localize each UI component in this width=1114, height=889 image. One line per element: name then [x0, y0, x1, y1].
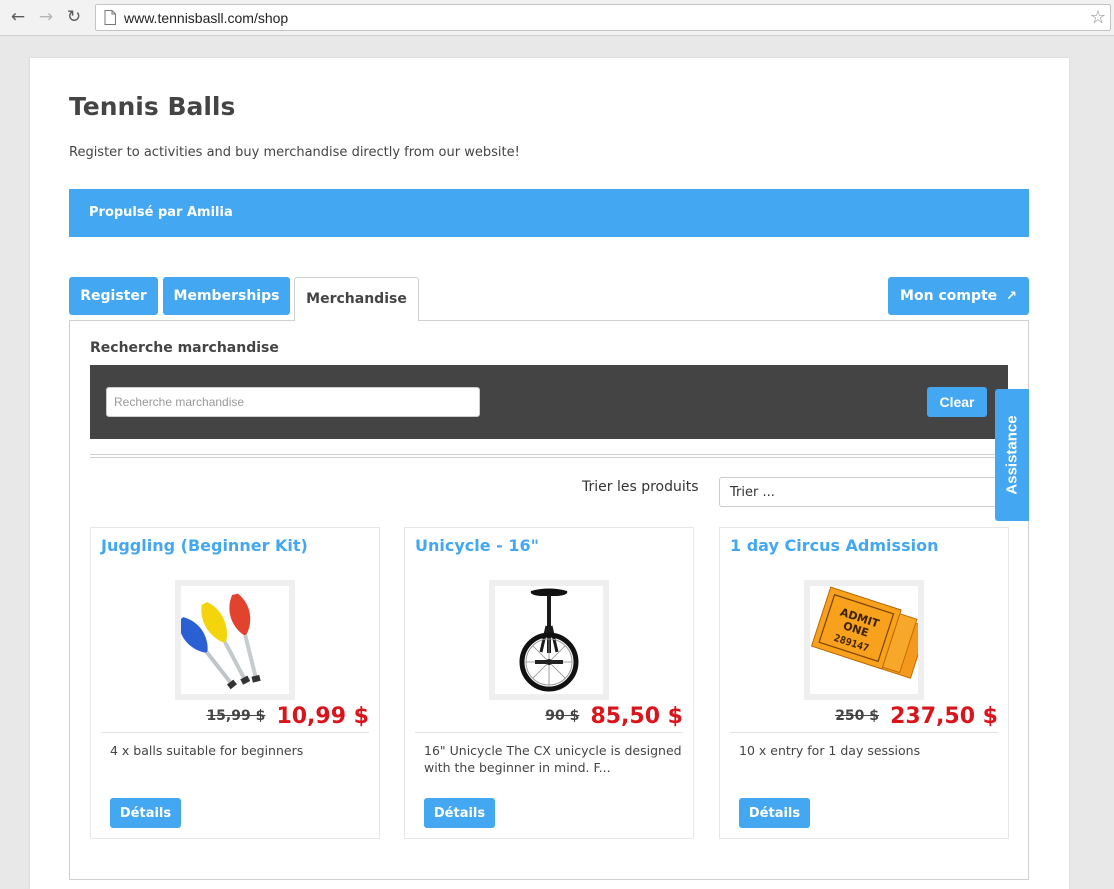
divider	[90, 454, 1008, 458]
juggling-clubs-image[interactable]	[175, 580, 295, 700]
sort-select[interactable]: Trier ...	[719, 477, 1008, 507]
my-account-button[interactable]: Mon compte ↗	[888, 277, 1029, 315]
sale-price: 237,50 $	[890, 704, 998, 729]
product-description: 4 x balls suitable for beginners	[110, 743, 304, 758]
product-description: 10 x entry for 1 day sessions	[739, 743, 921, 758]
my-account-label: Mon compte	[900, 288, 998, 304]
page-title: Tennis Balls	[69, 92, 236, 121]
price-group: 250 $ 237,50 $	[835, 704, 998, 729]
browser-toolbar: ← → ↻ www.tennisbasll.com/shop ☆	[0, 0, 1114, 36]
product-title[interactable]: 1 day Circus Admission	[730, 536, 938, 555]
product-description: 16" Unicycle The CX unicycle is designed…	[424, 743, 682, 775]
sale-price: 85,50 $	[590, 704, 683, 729]
product-card: 1 day Circus Admission ADMIT ONE 289147	[719, 527, 1009, 839]
price-group: 90 $ 85,50 $	[545, 704, 683, 729]
forward-arrow-icon[interactable]: →	[36, 7, 56, 27]
product-divider	[415, 732, 683, 733]
address-bar[interactable]: www.tennisbasll.com/shop ☆	[95, 4, 1111, 31]
search-heading: Recherche marchandise	[90, 340, 279, 356]
price-group: 15,99 $ 10,99 $	[206, 704, 369, 729]
tab-memberships[interactable]: Memberships	[163, 277, 290, 315]
bookmark-star-icon[interactable]: ☆	[1090, 7, 1106, 28]
external-link-icon: ↗	[1006, 289, 1017, 304]
product-divider	[101, 732, 369, 733]
details-button[interactable]: Détails	[424, 798, 495, 828]
tab-register[interactable]: Register	[69, 277, 158, 315]
page-card: Tennis Balls Register to activities and …	[30, 58, 1069, 889]
url-text[interactable]: www.tennisbasll.com/shop	[124, 10, 288, 26]
back-arrow-icon[interactable]: ←	[8, 7, 28, 27]
original-price: 15,99 $	[206, 708, 266, 724]
powered-by-banner: Propulsé par Amilia	[69, 189, 1029, 237]
sale-price: 10,99 $	[276, 704, 369, 729]
unicycle-icon	[495, 586, 603, 694]
merchandise-panel: Recherche marchandise Clear Trier les pr…	[69, 320, 1029, 880]
reload-icon[interactable]: ↻	[64, 7, 84, 27]
unicycle-image[interactable]	[489, 580, 609, 700]
original-price: 90 $	[545, 708, 580, 724]
assistance-tab[interactable]: Assistance	[995, 389, 1029, 521]
tab-merchandise[interactable]: Merchandise	[294, 277, 419, 321]
clear-button[interactable]: Clear	[927, 387, 987, 417]
page-icon	[104, 10, 116, 25]
juggling-clubs-icon	[181, 586, 289, 694]
product-title[interactable]: Juggling (Beginner Kit)	[101, 536, 308, 555]
original-price: 250 $	[835, 708, 880, 724]
product-card: Juggling (Beginner Kit) 15,99 $ 10,99 $ …	[90, 527, 380, 839]
tickets-icon: ADMIT ONE 289147	[810, 586, 918, 694]
admit-one-tickets-image[interactable]: ADMIT ONE 289147	[804, 580, 924, 700]
page-subtitle: Register to activities and buy merchandi…	[69, 145, 520, 160]
product-card: Unicycle - 16" 90 $ 85,50 $ 16" Unicycle…	[404, 527, 694, 839]
sort-label: Trier les produits	[582, 479, 699, 495]
details-button[interactable]: Détails	[739, 798, 810, 828]
details-button[interactable]: Détails	[110, 798, 181, 828]
assistance-label: Assistance	[1003, 415, 1021, 495]
product-divider	[730, 732, 998, 733]
product-title[interactable]: Unicycle - 16"	[415, 536, 539, 555]
search-input[interactable]	[106, 387, 480, 417]
search-bar: Clear	[90, 365, 1008, 439]
